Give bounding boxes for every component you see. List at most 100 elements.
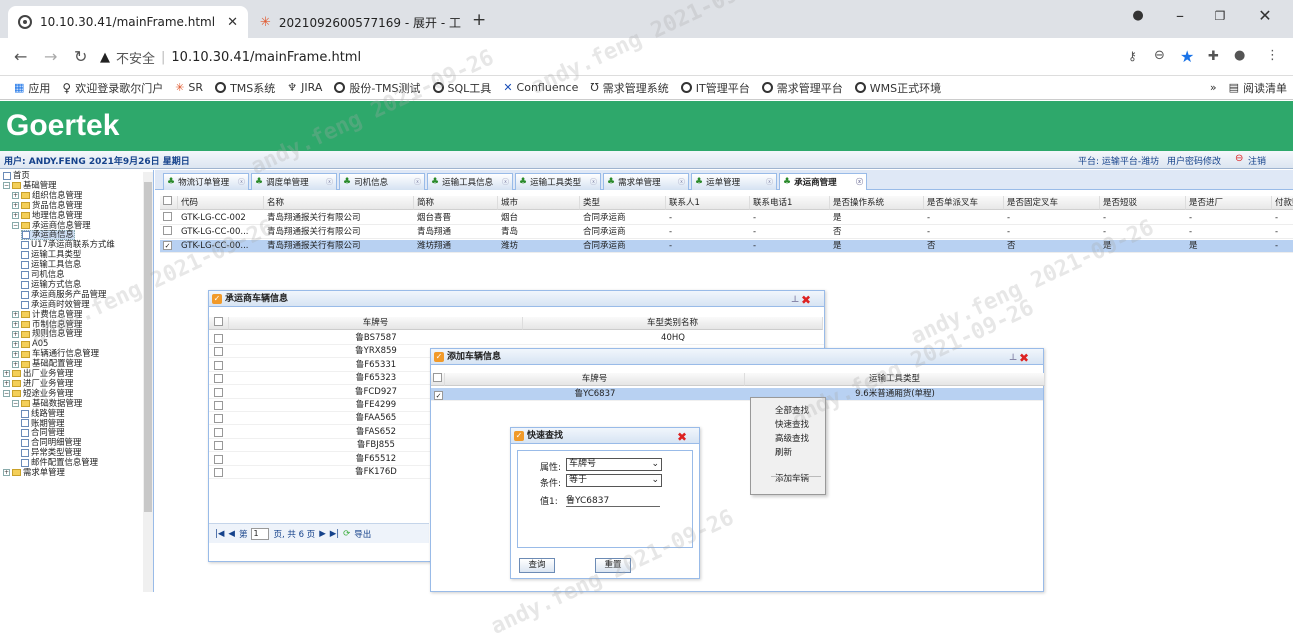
url-box[interactable]: ▲ 不安全 | 10.10.30.41/mainFrame.html: [100, 43, 1180, 71]
sidebar-item[interactable]: + 需求单管理: [3, 467, 65, 478]
bookmark-item[interactable]: ♆ JIRA: [287, 81, 322, 94]
menu-item[interactable]: 刷新: [751, 446, 825, 460]
attr-select[interactable]: 车牌号 ⌄: [566, 458, 662, 471]
tab-7[interactable]: ♣ 运单管理 ⓧ: [691, 173, 777, 190]
close-window-icon[interactable]: ✖: [677, 429, 687, 445]
close-tab-icon[interactable]: ✕: [227, 15, 238, 30]
window-close-icon[interactable]: ✕: [1245, 6, 1285, 25]
checkbox-cell[interactable]: ✓: [434, 390, 443, 403]
menu-item[interactable]: 高级查找: [751, 432, 825, 446]
expand-icon[interactable]: +: [12, 212, 19, 220]
sidebar-item[interactable]: 线路管理: [21, 408, 65, 419]
first-page-icon[interactable]: |◀: [215, 529, 224, 539]
close-window-icon[interactable]: ✖: [801, 292, 811, 308]
tab-close-icon[interactable]: ⓧ: [590, 177, 597, 187]
extensions-icon[interactable]: ✚: [1208, 49, 1219, 64]
change-password-link[interactable]: 用户密码修改: [1167, 154, 1221, 167]
bookmark-item[interactable]: 需求管理平台: [761, 80, 843, 96]
scrollbar-thumb[interactable]: [144, 182, 152, 512]
checkbox[interactable]: ✓: [163, 241, 172, 250]
bookmark-item[interactable]: WMS正式环境: [854, 80, 941, 96]
menu-item[interactable]: 全部查找: [751, 404, 825, 418]
checkbox[interactable]: [433, 373, 442, 382]
tab-close-icon[interactable]: ⓧ: [502, 177, 509, 187]
checkbox[interactable]: [214, 374, 223, 384]
column-header[interactable]: 运输工具类型: [745, 373, 1045, 386]
checkbox[interactable]: [214, 454, 223, 464]
expand-icon[interactable]: +: [12, 320, 19, 328]
pin-icon[interactable]: ⊥: [1009, 350, 1017, 366]
minimize-icon[interactable]: –: [1160, 6, 1200, 25]
checkbox[interactable]: [214, 414, 223, 424]
checkbox[interactable]: [214, 317, 223, 326]
tab-close-icon[interactable]: ⓧ: [678, 177, 685, 187]
bookmark-item[interactable]: Ʊ 需求管理系统: [590, 80, 668, 96]
checkbox[interactable]: [214, 347, 223, 357]
tab-6[interactable]: ♣ 需求单管理 ⓧ: [603, 173, 689, 190]
reload-icon[interactable]: ↻: [74, 47, 87, 66]
checkbox-cell[interactable]: [214, 468, 223, 482]
bookmark-item[interactable]: ♀ 欢迎登录歌尔门户: [62, 80, 163, 96]
browser-tab[interactable]: ✳ 2021092600577169 - 展开 - 工 ✕: [250, 6, 462, 38]
column-header[interactable]: 车型类别名称: [523, 317, 823, 330]
sidebar-item[interactable]: + 计费信息管理: [12, 309, 82, 320]
tab-3[interactable]: ♣ 司机信息 ⓧ: [339, 173, 425, 190]
column-header[interactable]: 联系人1: [666, 196, 750, 210]
new-tab-button[interactable]: +: [472, 10, 486, 30]
tab-2[interactable]: ♣ 调度单管理 ⓧ: [251, 173, 337, 190]
tab-8[interactable]: ♣ 承运商管理 ⓧ: [779, 173, 867, 190]
reset-button[interactable]: 重置: [595, 558, 631, 573]
collapse-icon[interactable]: −: [12, 221, 19, 229]
checkbox[interactable]: [163, 226, 172, 235]
last-page-icon[interactable]: ▶|: [330, 529, 339, 539]
checkbox[interactable]: [214, 468, 223, 477]
sidebar-item[interactable]: + 地理信息管理: [12, 210, 82, 221]
bookmark-apps[interactable]: ▦ 应用: [14, 80, 50, 96]
header-checkbox-cell[interactable]: [209, 317, 229, 330]
column-header[interactable]: 代码: [178, 196, 264, 210]
reading-list[interactable]: ▤ 阅读清单: [1229, 80, 1287, 96]
checkbox[interactable]: [214, 387, 223, 397]
tab-close-icon[interactable]: ⓧ: [414, 177, 421, 187]
zoom-icon[interactable]: ⊖: [1154, 48, 1165, 63]
logout-link[interactable]: 注销: [1248, 154, 1266, 167]
table-row[interactable]: ✓ 鲁YC6837 9.6米普通厢货(单程): [431, 388, 1043, 401]
checkbox-cell[interactable]: ✓: [160, 240, 178, 253]
column-header[interactable]: 付款账: [1272, 196, 1293, 210]
checkbox[interactable]: [163, 196, 172, 205]
checkbox[interactable]: [214, 401, 223, 410]
cond-select[interactable]: 等于 ⌄: [566, 474, 662, 487]
column-header[interactable]: 联系电话1: [750, 196, 830, 210]
column-header[interactable]: 简称: [414, 196, 498, 210]
column-header[interactable]: 车牌号: [445, 373, 745, 386]
table-row[interactable]: GTK-LG-CC-002 青岛翔通报关行有限公司 烟台喜晋 烟台 合同承运商 - - 是 - -…: [160, 212, 1293, 225]
checkbox-cell[interactable]: [160, 226, 178, 239]
table-row[interactable]: ✓ GTK-LG-CC-00... 青岛翔通报关行有限公司 潍坊翔通 潍坊 合同承运商 - -…: [160, 240, 1293, 253]
bookmark-item[interactable]: TMS系统: [215, 80, 275, 96]
bookmark-item[interactable]: SQL工具: [432, 80, 491, 96]
bookmark-item[interactable]: IT管理平台: [680, 80, 750, 96]
checkbox-cell[interactable]: [160, 212, 178, 225]
bookmark-star-icon[interactable]: ★: [1180, 47, 1194, 66]
key-icon[interactable]: ⚷: [1128, 49, 1137, 63]
expand-icon[interactable]: +: [3, 380, 10, 388]
expand-icon[interactable]: +: [12, 202, 19, 210]
collapse-icon[interactable]: −: [3, 390, 10, 398]
profile-dot-icon[interactable]: ●: [1118, 8, 1158, 23]
checkbox[interactable]: [214, 360, 223, 370]
column-header[interactable]: 车牌号: [229, 317, 523, 330]
tab-4[interactable]: ♣ 运输工具信息 ⓧ: [427, 173, 513, 190]
checkbox[interactable]: [214, 427, 223, 437]
browser-tab-active[interactable]: 10.10.30.41/mainFrame.html ✕: [8, 6, 248, 38]
tab-close-icon[interactable]: ⓧ: [766, 177, 773, 187]
forward-arrow-icon[interactable]: →: [44, 47, 57, 66]
menu-icon[interactable]: ⋮: [1266, 48, 1279, 63]
pin-icon[interactable]: ⊥: [791, 292, 799, 308]
value-input[interactable]: 鲁YC6837: [566, 493, 660, 507]
next-page-icon[interactable]: ▶: [319, 529, 326, 539]
prev-page-icon[interactable]: ◀: [228, 529, 235, 539]
expand-icon[interactable]: +: [12, 340, 19, 348]
tab-close-icon[interactable]: ⓧ: [856, 177, 863, 187]
column-header[interactable]: 名称: [264, 196, 414, 210]
restore-icon[interactable]: ❐: [1200, 9, 1240, 23]
